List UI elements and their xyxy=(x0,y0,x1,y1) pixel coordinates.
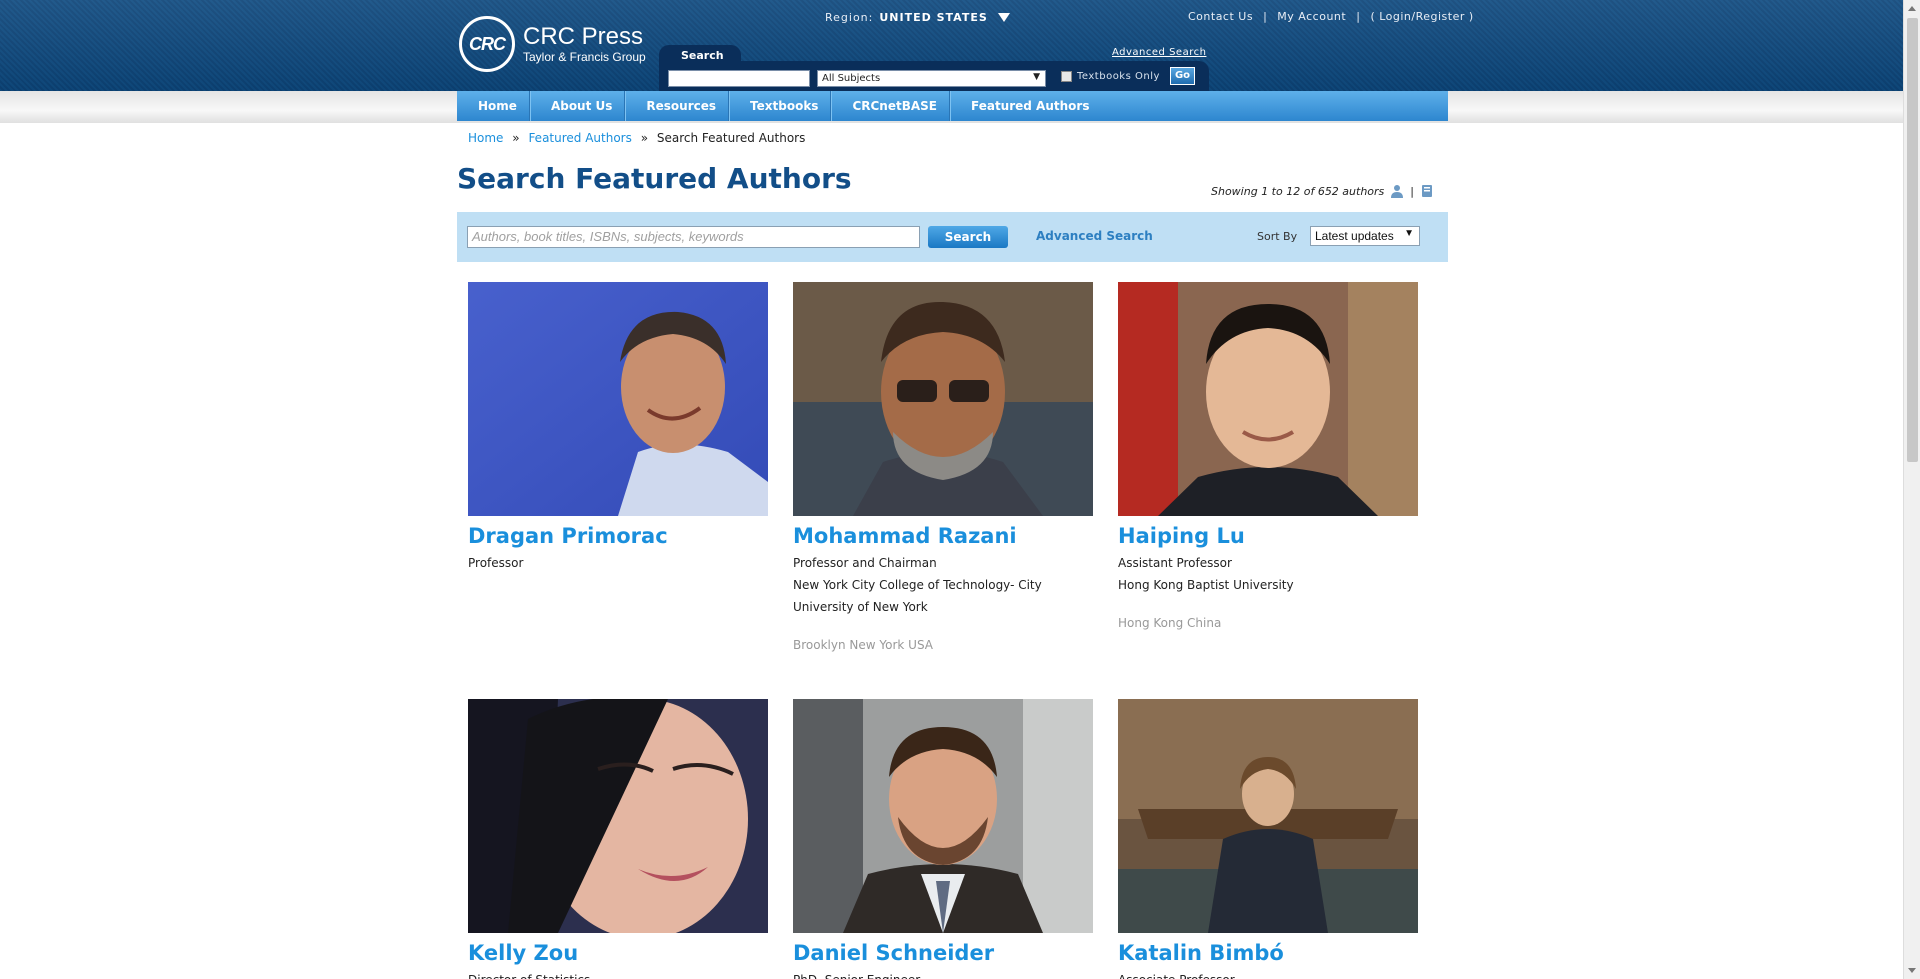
region-label: Region: xyxy=(825,11,874,24)
contact-us-link[interactable]: Contact Us xyxy=(1188,10,1253,23)
author-search-input[interactable]: Authors, book titles, ISBNs, subjects, k… xyxy=(467,226,920,248)
author-card: Dragan Primorac Professor xyxy=(468,282,768,574)
nav-about-us[interactable]: About Us xyxy=(530,91,626,121)
logo-name: CRC Press xyxy=(523,23,644,50)
chevron-down-icon[interactable] xyxy=(997,13,1010,22)
author-photo[interactable] xyxy=(793,282,1093,516)
top-link-separator: | xyxy=(1263,10,1268,23)
nav-resources[interactable]: Resources xyxy=(625,91,730,121)
author-title: Professor and Chairman xyxy=(793,556,937,570)
textbooks-only-label: Textbooks Only xyxy=(1077,71,1160,82)
author-title: Assistant Professor xyxy=(1118,556,1232,570)
subject-select-value: All Subjects xyxy=(822,73,881,84)
author-card: Mohammad Razani Professor and Chairman N… xyxy=(793,282,1093,656)
author-photo[interactable] xyxy=(793,699,1093,933)
author-location: Hong Kong China xyxy=(1118,616,1222,630)
nav-textbooks[interactable]: Textbooks xyxy=(729,91,832,121)
search-tab[interactable]: Search xyxy=(659,45,741,67)
author-card: Daniel Schneider PhD, Senior Engineer xyxy=(793,699,1093,979)
author-photo[interactable] xyxy=(468,282,768,516)
breadcrumb-featured-authors[interactable]: Featured Authors xyxy=(528,131,631,145)
author-photo[interactable] xyxy=(1118,699,1418,933)
scroll-up-icon[interactable] xyxy=(1908,6,1916,11)
results-count: Showing 1 to 12 of 652 authors | xyxy=(1211,184,1434,198)
go-button[interactable]: Go xyxy=(1170,67,1195,85)
header-search-input[interactable] xyxy=(668,70,810,87)
author-card: Kelly Zou Director of Statistics xyxy=(468,699,768,979)
dropdown-arrow-icon: ▼ xyxy=(1033,72,1040,82)
view-separator: | xyxy=(1410,184,1415,198)
author-name[interactable]: Katalin Bimbó xyxy=(1118,939,1418,967)
scroll-thumb[interactable] xyxy=(1907,18,1918,462)
top-link-separator: | xyxy=(1356,10,1361,23)
top-links: Contact Us | My Account | ( Login/Regist… xyxy=(1188,10,1474,23)
breadcrumb-separator: » xyxy=(640,131,649,145)
author-search-bar: Authors, book titles, ISBNs, subjects, k… xyxy=(457,212,1448,262)
breadcrumb-home[interactable]: Home xyxy=(468,131,503,145)
crc-logo-mark: CRC xyxy=(459,16,515,72)
author-name[interactable]: Kelly Zou xyxy=(468,939,768,967)
results-count-text: Showing 1 to 12 of 652 authors xyxy=(1211,184,1385,198)
header-advanced-search-link[interactable]: Advanced Search xyxy=(1112,47,1206,58)
scroll-down-icon[interactable] xyxy=(1908,968,1916,973)
logo-subtitle: Taylor & Francis Group xyxy=(523,50,646,64)
author-location: Brooklyn New York USA xyxy=(793,638,933,652)
author-photo[interactable] xyxy=(468,699,768,933)
login-register-link[interactable]: ( Login/Register ) xyxy=(1370,10,1473,23)
region-value: UNITED STATES xyxy=(879,11,988,24)
author-title: Professor xyxy=(468,556,524,570)
crc-press-logo[interactable]: CRC CRC Press Taylor & Francis Group xyxy=(459,16,646,72)
author-title: Associate Professor xyxy=(1118,969,1418,979)
author-name[interactable]: Dragan Primorac xyxy=(468,522,768,550)
nav-home[interactable]: Home xyxy=(457,91,530,121)
breadcrumb-separator: » xyxy=(512,131,520,145)
subject-select[interactable]: All Subjects ▼ xyxy=(817,70,1046,87)
sort-by-value: Latest updates xyxy=(1315,229,1394,243)
author-name[interactable]: Daniel Schneider xyxy=(793,939,1093,967)
page-scrollbar[interactable] xyxy=(1903,0,1920,979)
author-name[interactable]: Haiping Lu xyxy=(1118,522,1418,550)
sort-by-label: Sort By xyxy=(1257,230,1298,243)
author-title: Director of Statistics xyxy=(468,969,768,979)
book-view-icon[interactable] xyxy=(1420,184,1434,198)
author-photo[interactable] xyxy=(1118,282,1418,516)
author-affiliation: New York City College of Technology- Cit… xyxy=(793,578,1042,592)
author-card: Haiping Lu Assistant Professor Hong Kong… xyxy=(1118,282,1418,634)
nav-crcnetbase[interactable]: CRCnetBASE xyxy=(831,91,950,121)
breadcrumb: Home » Featured Authors » Search Feature… xyxy=(468,131,805,145)
dropdown-arrow-icon: ▼ xyxy=(1404,228,1414,239)
textbooks-only-toggle[interactable]: Textbooks Only xyxy=(1061,71,1160,82)
sort-by-select[interactable]: Latest updates ▼ xyxy=(1310,226,1420,246)
textbooks-only-checkbox[interactable] xyxy=(1061,71,1072,82)
author-view-icon[interactable] xyxy=(1390,184,1404,198)
author-search-button[interactable]: Search xyxy=(928,226,1008,248)
author-affiliation: Hong Kong Baptist University xyxy=(1118,578,1294,592)
breadcrumb-current: Search Featured Authors xyxy=(656,131,806,145)
author-title: PhD, Senior Engineer xyxy=(793,969,1093,979)
nav-featured-authors[interactable]: Featured Authors xyxy=(950,91,1101,121)
author-name[interactable]: Mohammad Razani xyxy=(793,522,1093,550)
region-selector[interactable]: Region: UNITED STATES xyxy=(825,11,1010,24)
author-affiliation-line2: University of New York xyxy=(793,600,928,614)
page-title: Search Featured Authors xyxy=(457,162,852,195)
my-account-link[interactable]: My Account xyxy=(1277,10,1346,23)
advanced-search-link[interactable]: Advanced Search xyxy=(1036,229,1153,243)
main-nav: Home About Us Resources Textbooks CRCnet… xyxy=(457,91,1448,121)
author-card: Katalin Bimbó Associate Professor xyxy=(1118,699,1418,979)
